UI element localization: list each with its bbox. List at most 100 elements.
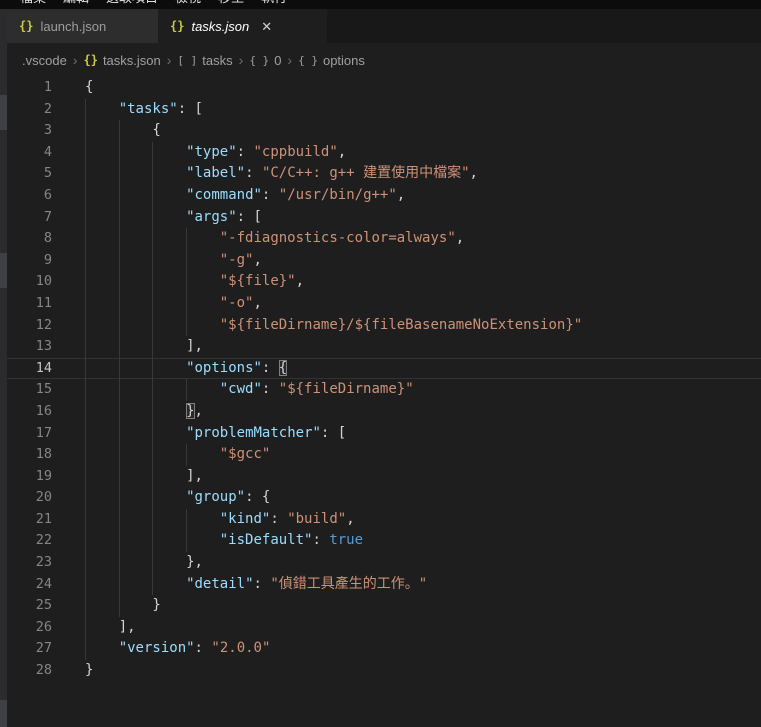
code-content: "-g", bbox=[52, 250, 262, 272]
code-content: "-fdiagnostics-color=always", bbox=[52, 228, 464, 250]
code-content: { bbox=[52, 77, 93, 99]
code-line[interactable]: 21"kind": "build", bbox=[7, 509, 761, 531]
menu-item[interactable]: 選取項目 bbox=[106, 0, 158, 6]
menu-item[interactable]: 移至 bbox=[218, 0, 244, 6]
menu-item[interactable]: 編輯 bbox=[63, 0, 89, 6]
code-content: ], bbox=[52, 617, 136, 639]
code-line[interactable]: 18"$gcc" bbox=[7, 444, 761, 466]
breadcrumb-label: tasks.json bbox=[103, 53, 161, 68]
breadcrumb-item-tasks-json[interactable]: {} tasks.json bbox=[83, 53, 160, 68]
indent-guide bbox=[186, 444, 220, 466]
indent-guide bbox=[186, 509, 220, 531]
json-punctuation: : { bbox=[245, 489, 270, 505]
json-punctuation: , bbox=[253, 295, 261, 311]
code-line[interactable]: 27"version": "2.0.0" bbox=[7, 638, 761, 660]
editor[interactable]: 1{2"tasks": [3{4"type": "cppbuild",5"lab… bbox=[7, 77, 761, 727]
code-line[interactable]: 7"args": [ bbox=[7, 207, 761, 229]
code-line[interactable]: 16}, bbox=[7, 401, 761, 423]
code-line[interactable]: 3{ bbox=[7, 120, 761, 142]
code-line[interactable]: 14"options": { bbox=[7, 358, 761, 380]
code-content: }, bbox=[52, 401, 203, 423]
code-line[interactable]: 17"problemMatcher": [ bbox=[7, 423, 761, 445]
code-line[interactable]: 24"detail": "偵錯工具產生的工作。" bbox=[7, 574, 761, 596]
line-number: 8 bbox=[7, 228, 52, 250]
breadcrumb-item-tasks[interactable]: [ ] tasks bbox=[177, 53, 232, 68]
code-line[interactable]: 22"isDefault": true bbox=[7, 530, 761, 552]
json-string: "-g" bbox=[220, 252, 254, 268]
code-line[interactable]: 13], bbox=[7, 336, 761, 358]
line-number: 1 bbox=[7, 77, 52, 99]
code-line[interactable]: 10"${file}", bbox=[7, 271, 761, 293]
menu-item[interactable]: 檢視 bbox=[175, 0, 201, 6]
line-number: 10 bbox=[7, 271, 52, 293]
menu-item[interactable]: 執行 bbox=[261, 0, 287, 6]
line-number: 19 bbox=[7, 466, 52, 488]
indent-guide bbox=[119, 293, 153, 315]
breadcrumb-label: 0 bbox=[274, 53, 281, 68]
code-line[interactable]: 15"cwd": "${fileDirname}" bbox=[7, 379, 761, 401]
indent-guide bbox=[152, 293, 186, 315]
code-content: "tasks": [ bbox=[52, 99, 203, 121]
breadcrumb-item-vscode[interactable]: .vscode bbox=[22, 53, 67, 68]
line-number: 11 bbox=[7, 293, 52, 315]
code-line[interactable]: 19], bbox=[7, 466, 761, 488]
code-line[interactable]: 20"group": { bbox=[7, 487, 761, 509]
indent-guide bbox=[119, 444, 153, 466]
json-key: "cwd" bbox=[220, 381, 262, 397]
menu-item[interactable]: 檔案 bbox=[20, 0, 46, 6]
json-punctuation: , bbox=[397, 187, 405, 203]
indent-guide bbox=[85, 271, 119, 293]
code-line[interactable]: 4"type": "cppbuild", bbox=[7, 142, 761, 164]
code-content: "label": "C/C++: g++ 建置使用中檔案", bbox=[52, 163, 478, 185]
code-line[interactable]: 26], bbox=[7, 617, 761, 639]
tab-label: launch.json bbox=[40, 19, 106, 34]
code-line[interactable]: 12"${fileDirname}/${fileBasenameNoExtens… bbox=[7, 315, 761, 337]
code-line[interactable]: 9"-g", bbox=[7, 250, 761, 272]
indent-guide bbox=[85, 315, 119, 337]
code-line[interactable]: 5"label": "C/C++: g++ 建置使用中檔案", bbox=[7, 163, 761, 185]
indent-guide bbox=[152, 509, 186, 531]
indent-guide bbox=[152, 487, 186, 509]
breadcrumb-item-0[interactable]: { } 0 bbox=[249, 53, 281, 68]
tab-bar: {} launch.json {} tasks.json ✕ bbox=[7, 9, 761, 43]
breadcrumb-label: tasks bbox=[202, 53, 232, 68]
array-symbol-icon: [ ] bbox=[177, 54, 197, 67]
indent-guide bbox=[119, 250, 153, 272]
code-line[interactable]: 8"-fdiagnostics-color=always", bbox=[7, 228, 761, 250]
code-line[interactable]: 28} bbox=[7, 660, 761, 682]
code-content: "detail": "偵錯工具產生的工作。" bbox=[52, 574, 427, 596]
code-line[interactable]: 2"tasks": [ bbox=[7, 99, 761, 121]
tab-launch-json[interactable]: {} launch.json bbox=[7, 9, 158, 43]
code-line[interactable]: 23}, bbox=[7, 552, 761, 574]
indent-guide bbox=[119, 315, 153, 337]
json-punctuation: , bbox=[253, 252, 261, 268]
line-number: 18 bbox=[7, 444, 52, 466]
json-punctuation: } bbox=[85, 662, 93, 678]
indent-guide bbox=[152, 379, 186, 401]
indent-guide bbox=[119, 271, 153, 293]
code-line[interactable]: 6"command": "/usr/bin/g++", bbox=[7, 185, 761, 207]
tab-tasks-json[interactable]: {} tasks.json ✕ bbox=[158, 9, 327, 43]
code-line[interactable]: 1{ bbox=[7, 77, 761, 99]
json-punctuation: , bbox=[470, 165, 478, 181]
indent-guide bbox=[85, 185, 119, 207]
indent-guide bbox=[85, 250, 119, 272]
json-punctuation: : bbox=[312, 532, 329, 548]
line-number: 20 bbox=[7, 487, 52, 509]
code-content: "isDefault": true bbox=[52, 530, 363, 552]
json-punctuation: }, bbox=[186, 554, 203, 570]
code-line[interactable]: 25} bbox=[7, 595, 761, 617]
json-string: "${file}" bbox=[220, 273, 296, 289]
code-content: "problemMatcher": [ bbox=[52, 423, 346, 445]
code-line[interactable]: 11"-o", bbox=[7, 293, 761, 315]
json-string: "2.0.0" bbox=[211, 640, 270, 656]
breadcrumb-item-options[interactable]: { } options bbox=[298, 53, 365, 68]
indent-guide bbox=[119, 228, 153, 250]
close-icon[interactable]: ✕ bbox=[261, 20, 272, 33]
matched-bracket: } bbox=[186, 403, 194, 419]
indent-guide bbox=[85, 530, 119, 552]
line-number: 24 bbox=[7, 574, 52, 596]
indent-guide bbox=[152, 358, 186, 380]
indent-guide bbox=[186, 379, 220, 401]
json-punctuation: : bbox=[237, 144, 254, 160]
